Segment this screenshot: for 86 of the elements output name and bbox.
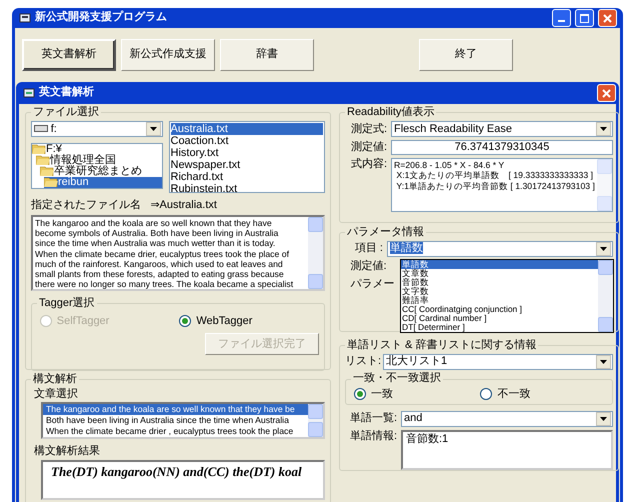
scrollbar[interactable]: [308, 404, 323, 438]
field-label: 測定式:: [350, 122, 387, 136]
minimize-button[interactable]: [552, 9, 572, 27]
dropdown-field[interactable]: 単語数: [387, 240, 613, 257]
maximize-button[interactable]: [575, 9, 594, 27]
field-label: 構文解析結果: [32, 444, 101, 458]
list-item[interactable]: When the climate became drier , eucalyptus trees took the place: [43, 426, 308, 438]
maximize-icon: [580, 14, 590, 22]
window-title: 新公式開発支援プログラム: [35, 11, 168, 25]
tree-item[interactable]: reibun: [44, 176, 162, 188]
group-title: ファイル選択: [32, 106, 100, 120]
dropdown-option[interactable]: 難語率: [401, 296, 598, 305]
app-icon: [19, 12, 31, 24]
field-label: 式内容:: [350, 158, 387, 171]
field-label: 測定値:: [350, 140, 387, 154]
list-item[interactable]: Coaction.txt: [170, 135, 323, 148]
folder-icon: [36, 155, 50, 166]
window-title: 英文書解析: [39, 86, 95, 100]
close-button[interactable]: [597, 84, 616, 102]
group-title: パラメータ情報: [346, 226, 425, 239]
caret-icon: [596, 242, 611, 256]
group-title: Tagger選択: [38, 296, 96, 310]
list-item[interactable]: Both have been living in Australia since the time when Australia: [43, 415, 308, 426]
group-title: 一致・不一致選択: [352, 372, 442, 386]
folder-icon: [44, 177, 58, 188]
field-label: 文章選択: [32, 388, 79, 402]
field-label: 単語情報:: [348, 430, 397, 443]
text-area[interactable]: 音節数:1: [401, 430, 613, 470]
radio-button[interactable]: [480, 388, 492, 400]
caret-icon: [596, 122, 611, 136]
list-item[interactable]: Newspaper.txt: [170, 159, 323, 172]
list-item[interactable]: History.txt: [170, 147, 323, 160]
field-label: 指定されたファイル名: [31, 198, 141, 212]
radio-label[interactable]: WebTagger: [196, 314, 252, 328]
close-icon: [602, 88, 611, 98]
field-label: 単語一覧:: [348, 412, 397, 426]
toolbar-button[interactable]: 英文書解析: [22, 39, 116, 71]
field-label: リスト:: [345, 355, 379, 368]
close-button[interactable]: [598, 9, 618, 27]
caret-icon: [146, 122, 161, 136]
value-field[interactable]: 76.3741379310345: [391, 140, 613, 155]
folder-icon: [40, 166, 54, 176]
dropdown-field[interactable]: f:: [31, 121, 163, 138]
caret-icon: [596, 354, 611, 369]
dropdown-option[interactable]: 文章数: [401, 268, 598, 278]
minimize-icon: [558, 20, 566, 22]
toolbar-button[interactable]: 終了: [419, 39, 513, 71]
radio-label[interactable]: 一致: [370, 388, 393, 401]
scrollbar[interactable]: [308, 216, 323, 289]
radio-label[interactable]: 不一致: [497, 388, 530, 401]
caret-icon: [596, 412, 611, 426]
group-title: 構文解析: [32, 372, 78, 386]
dropdown-option[interactable]: 単語数: [401, 260, 598, 269]
dropdown-field[interactable]: 北大リスト1: [383, 354, 613, 370]
list-item[interactable]: The kangaroo and the koala are so well known that they have be: [43, 404, 308, 416]
list-item[interactable]: Richard.txt: [170, 171, 323, 184]
radio-label: SelfTagger: [56, 314, 110, 328]
tree-item[interactable]: 情報処理全国: [36, 154, 162, 166]
radio-button[interactable]: [354, 388, 366, 400]
window-icon: [23, 87, 35, 99]
list-item[interactable]: Australia.txt: [170, 123, 323, 136]
folder-icon: [32, 144, 46, 154]
toolbar-button[interactable]: 新公式作成支援: [121, 39, 215, 71]
dropdown-option[interactable]: DT[ Determiner ]: [401, 322, 598, 332]
tree-item[interactable]: 卒業研究総まとめ: [40, 166, 162, 177]
dropdown-field[interactable]: and: [401, 410, 613, 427]
file-name: ⇒Australia.txt: [150, 198, 217, 212]
group-title: Readability値表示: [346, 106, 436, 120]
scrollbar[interactable]: [598, 260, 613, 332]
tree-item[interactable]: F:¥: [32, 144, 162, 155]
dropdown-option[interactable]: CC[ Coordinatging conjunction ]: [401, 304, 598, 314]
dropdown-option[interactable]: 音節数: [401, 278, 598, 287]
field-label: 項目 :: [354, 242, 383, 256]
close-icon: [603, 14, 612, 22]
list-item[interactable]: Rubinstein.txt: [170, 183, 323, 196]
field-label: 測定値:: [350, 260, 387, 273]
dropdown-option[interactable]: CD[ Cardinal number ]: [401, 314, 598, 323]
dropdown-field[interactable]: Flesch Readability Ease: [391, 121, 613, 138]
dropdown-option[interactable]: 文字数: [401, 286, 598, 296]
finish-button: ファイル選択完了: [205, 333, 319, 356]
scrollbar[interactable]: [597, 158, 612, 211]
group-title: 単語リスト & 辞書リストに関する情報: [346, 338, 538, 352]
toolbar-button[interactable]: 辞書: [220, 39, 314, 71]
field-label: パラメー: [350, 278, 394, 292]
result-text: The(DT) kangaroo(NN) and(CC) the(DT) koal: [50, 462, 303, 481]
radio-button[interactable]: [179, 315, 192, 328]
